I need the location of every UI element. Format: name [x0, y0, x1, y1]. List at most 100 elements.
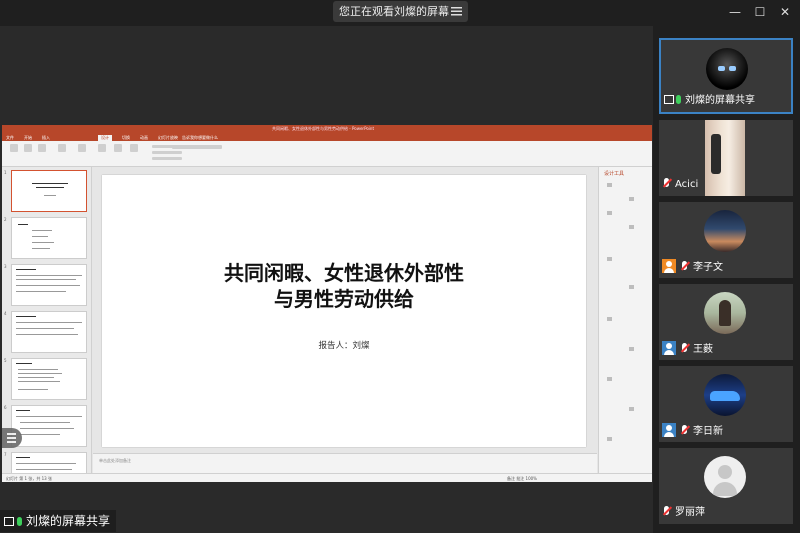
slide-thumbnail[interactable]	[11, 311, 87, 353]
participant-label: 王薮	[662, 341, 717, 357]
thumb-number: 7	[4, 452, 7, 457]
thumb-number: 3	[4, 264, 7, 269]
minimize-button[interactable]: —	[726, 4, 744, 20]
status-slide-count: 幻灯片 第 1 张，共 13 张	[6, 476, 52, 481]
participant-avatar	[706, 48, 748, 90]
screen-share-label: 刘燦的屏幕共享	[0, 510, 117, 532]
participant-tile[interactable]: 李日新	[659, 366, 793, 442]
ribbon-checkbox[interactable]	[152, 157, 182, 160]
status-view-controls[interactable]: 备注 批注 100%	[507, 476, 537, 482]
side-menu-handle[interactable]	[2, 428, 22, 448]
ribbon-button[interactable]	[10, 144, 18, 152]
ribbon-checkbox[interactable]	[152, 151, 182, 154]
mic-muted-icon	[662, 506, 672, 516]
slide-thumbnail[interactable]	[11, 452, 87, 473]
participant-panel: 刘燦的屏幕共享 Acici 李子文 王薮 李日新 罗丽萍	[653, 26, 800, 533]
participant-name: 李子文	[693, 262, 723, 273]
screen-share-icon	[4, 517, 14, 526]
participant-label: 刘燦的屏幕共享	[664, 93, 759, 109]
slide-title-line1[interactable]: 共同闲暇、女性退休外部性	[102, 261, 586, 285]
ppt-ribbon-tabs: 文件 开始 插入 设计 切换 动画 幻灯片放映 告诉我你想要做什么	[2, 134, 652, 141]
ppt-title-bar: 共同闲暇、女性退休外部性与男性劳动供给 - PowerPoint	[2, 125, 652, 134]
thumb-number: 2	[4, 217, 7, 222]
design-pane: 设计工具	[598, 167, 652, 473]
pane-option[interactable]	[607, 437, 612, 441]
maximize-button[interactable]: ☐	[751, 4, 769, 20]
current-slide[interactable]: 共同闲暇、女性退休外部性 与男性劳动供给 报告人：刘燦	[102, 175, 586, 447]
user-icon	[662, 423, 676, 437]
participant-name: 罗丽萍	[675, 507, 705, 518]
participant-tile[interactable]: 刘燦的屏幕共享	[659, 38, 793, 114]
participant-name: 李日新	[693, 426, 723, 437]
participant-name: 王薮	[693, 344, 713, 355]
slide-subtitle[interactable]: 报告人：刘燦	[102, 339, 586, 351]
ribbon-dropdown[interactable]	[172, 145, 222, 149]
participant-tile[interactable]: 罗丽萍	[659, 448, 793, 524]
thumb-number: 1	[4, 170, 7, 175]
title-bar: 您正在观看刘燦的屏幕 — ☐ ✕	[0, 0, 800, 26]
participant-tile[interactable]: 王薮	[659, 284, 793, 360]
pane-option[interactable]	[629, 225, 634, 229]
notes-placeholder: 单击此处添加备注	[99, 458, 131, 463]
ppt-ribbon	[2, 141, 652, 167]
viewing-banner[interactable]: 您正在观看刘燦的屏幕	[333, 1, 468, 22]
user-icon	[662, 259, 676, 273]
meeting-window: 您正在观看刘燦的屏幕 — ☐ ✕ 共同闲暇、女性退休外部性与男性劳动供给 - P…	[0, 0, 800, 533]
shared-screen[interactable]: 共同闲暇、女性退休外部性与男性劳动供给 - PowerPoint 文件 开始 插…	[0, 26, 653, 533]
thumb-number: 4	[4, 311, 7, 316]
ppt-title-text: 共同闲暇、女性退休外部性与男性劳动供给 - PowerPoint	[272, 126, 375, 131]
notes-pane[interactable]: 单击此处添加备注	[93, 453, 597, 473]
participant-video	[705, 120, 745, 196]
ribbon-button[interactable]	[114, 144, 122, 152]
thumb-number: 5	[4, 358, 7, 363]
mic-muted-icon	[662, 178, 672, 188]
slide-thumbnail[interactable]	[11, 405, 87, 447]
screen-share-label-text: 刘燦的屏幕共享	[26, 514, 111, 528]
ribbon-button[interactable]	[130, 144, 138, 152]
mic-muted-icon	[680, 261, 690, 271]
mic-muted-icon	[680, 343, 690, 353]
pane-option[interactable]	[607, 211, 612, 215]
pane-option[interactable]	[607, 317, 612, 321]
participant-label: 李子文	[662, 259, 727, 275]
participant-avatar	[704, 374, 746, 416]
slide-thumbnail[interactable]	[11, 217, 87, 259]
ppt-status-bar: 幻灯片 第 1 张，共 13 张 备注 批注 100%	[2, 473, 652, 482]
slide-editing-area[interactable]: 共同闲暇、女性退休外部性 与男性劳动供给 报告人：刘燦 单击此处添加备注	[93, 167, 597, 473]
slide-title-line2[interactable]: 与男性劳动供给	[102, 287, 586, 311]
mic-muted-icon	[680, 425, 690, 435]
pane-option[interactable]	[629, 285, 634, 289]
viewing-banner-text: 您正在观看刘燦的屏幕	[339, 5, 449, 18]
ribbon-button[interactable]	[98, 144, 106, 152]
participant-label: 罗丽萍	[662, 505, 709, 521]
pane-option[interactable]	[629, 197, 634, 201]
pane-option[interactable]	[607, 257, 612, 261]
participant-label: 李日新	[662, 423, 727, 439]
slide-thumbnail[interactable]	[11, 264, 87, 306]
slide-thumbnail-active[interactable]	[11, 170, 87, 212]
participant-tile[interactable]: Acici	[659, 120, 793, 196]
participant-name: 刘燦的屏幕共享	[685, 95, 755, 106]
user-icon	[662, 341, 676, 355]
mic-on-icon	[676, 95, 681, 104]
participant-tile[interactable]: 李子文	[659, 202, 793, 278]
ribbon-button[interactable]	[24, 144, 32, 152]
menu-icon[interactable]	[451, 6, 462, 16]
design-pane-title: 设计工具	[604, 171, 625, 177]
pane-option[interactable]	[629, 407, 634, 411]
participant-name: Acici	[675, 179, 699, 190]
ribbon-button[interactable]	[78, 144, 86, 152]
slide-thumbnail[interactable]	[11, 358, 87, 400]
participant-avatar	[704, 210, 746, 252]
powerpoint-window: 共同闲暇、女性退休外部性与男性劳动供给 - PowerPoint 文件 开始 插…	[2, 125, 652, 482]
ribbon-button[interactable]	[58, 144, 66, 152]
close-button[interactable]: ✕	[776, 4, 794, 20]
participant-label: Acici	[662, 177, 702, 193]
mic-on-icon	[17, 517, 22, 526]
pane-option[interactable]	[607, 377, 612, 381]
pane-option[interactable]	[607, 183, 612, 187]
screen-share-icon	[664, 95, 674, 104]
thumb-number: 6	[4, 405, 7, 410]
pane-option[interactable]	[629, 347, 634, 351]
ribbon-button[interactable]	[38, 144, 46, 152]
